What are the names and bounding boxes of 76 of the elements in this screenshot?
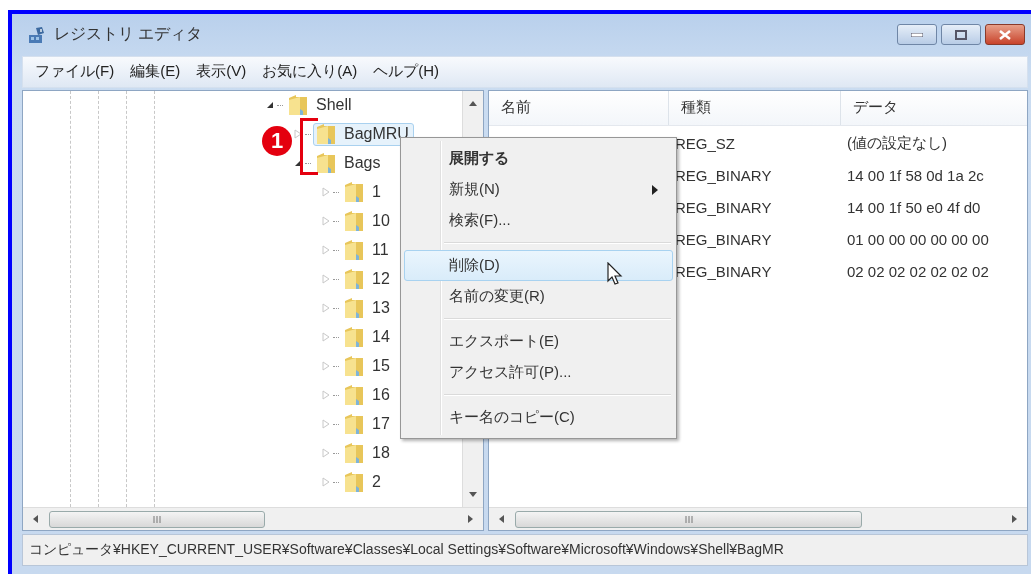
folder-icon: [316, 123, 336, 146]
type-cell-text: REG_BINARY: [674, 263, 773, 281]
folder-icon: [344, 210, 364, 233]
tree-item[interactable]: Shell: [285, 93, 357, 117]
expanded-arrow-icon[interactable]: [266, 101, 274, 110]
menu-item[interactable]: 表示(V): [188, 62, 255, 82]
maximize-button[interactable]: [941, 24, 981, 46]
menu-item[interactable]: ヘルプ(H): [365, 62, 447, 82]
tree-item[interactable]: 1: [341, 180, 386, 204]
context-menu-item[interactable]: キー名のコピー(C): [404, 402, 673, 433]
maximize-icon: [955, 29, 967, 40]
close-icon: [999, 29, 1011, 40]
tree-item[interactable]: 15: [341, 354, 395, 378]
minimize-icon: [911, 32, 923, 37]
folder-icon: [344, 413, 364, 436]
collapsed-arrow-icon[interactable]: [294, 129, 302, 140]
data-cell-text: 14 00 1f 58 0d 1a 2c: [846, 167, 984, 185]
data-cell-text: 01 00 00 00 00 00 00: [846, 231, 989, 249]
tree-item[interactable]: 11: [341, 238, 394, 262]
context-menu-item[interactable]: 検索(F)...: [404, 205, 673, 236]
menu-item[interactable]: お気に入り(A): [254, 62, 366, 82]
highlight-bracket: [300, 118, 318, 175]
scroll-thumb[interactable]: [49, 510, 265, 528]
column-header[interactable]: 種類: [669, 90, 841, 125]
tree-item[interactable]: 14: [341, 325, 395, 349]
scroll-arrow-icon[interactable]: [1009, 514, 1019, 525]
folder-icon: [344, 297, 364, 320]
tree-item[interactable]: 10: [341, 209, 395, 233]
folder-icon: [344, 355, 364, 378]
tree-item[interactable]: 17: [341, 412, 395, 436]
menu-item[interactable]: ファイル(F): [27, 62, 123, 82]
folder-icon: [344, 181, 364, 204]
tree-item[interactable]: 2: [341, 470, 386, 494]
context-menu-item[interactable]: 削除(D): [404, 250, 673, 281]
folder-icon: [344, 442, 364, 465]
folder-icon: [344, 326, 364, 349]
tree-item[interactable]: BagMRU: [313, 122, 414, 146]
folder-icon: [344, 471, 364, 494]
tree-item[interactable]: Bags: [313, 151, 386, 175]
registry-app-icon: [28, 25, 46, 44]
column-header[interactable]: データ: [841, 90, 1027, 125]
data-cell-text: 14 00 1f 50 e0 4f d0: [846, 199, 981, 217]
folder-icon: [316, 152, 336, 175]
scroll-thumb[interactable]: [515, 510, 862, 528]
tree-item[interactable]: 13: [341, 296, 395, 320]
folder-icon: [344, 239, 364, 262]
context-menu-item[interactable]: 名前の変更(R): [404, 281, 673, 312]
tree-item[interactable]: 18: [341, 441, 395, 465]
menu-item[interactable]: 編集(E): [122, 62, 189, 82]
window-title: レジストリ エディタ: [54, 24, 203, 45]
pointer-icon: [607, 262, 623, 286]
folder-icon: [344, 268, 364, 291]
type-cell-text: REG_BINARY: [674, 199, 773, 217]
scroll-arrow-icon[interactable]: [497, 514, 507, 525]
type-cell-text: REG_BINARY: [674, 167, 773, 185]
minimize-button[interactable]: [897, 24, 937, 46]
tree-item[interactable]: 16: [341, 383, 395, 407]
context-menu-item[interactable]: アクセス許可(P)...: [404, 357, 673, 388]
horizontal-scrollbar[interactable]: [489, 507, 1027, 531]
type-cell-text: REG_BINARY: [674, 231, 773, 249]
scroll-arrow-icon[interactable]: [465, 514, 475, 525]
close-button[interactable]: [985, 24, 1025, 46]
submenu-arrow-icon: [652, 184, 658, 195]
status-bar: コンピュータ¥HKEY_CURRENT_USER¥Software¥Classes¥Local Settings¥Software¥Microsoft¥Windows¥Shell¥BagMR: [22, 534, 1028, 566]
scroll-arrow-icon[interactable]: [31, 514, 41, 525]
context-menu-item[interactable]: 新規(N): [404, 174, 673, 205]
expanded-arrow-icon[interactable]: [294, 159, 302, 168]
context-menu-item[interactable]: 展開する: [404, 143, 673, 174]
tree-item[interactable]: 12: [341, 267, 395, 291]
column-header[interactable]: 名前: [489, 90, 669, 125]
data-cell-text: (値の設定なし): [846, 134, 947, 154]
horizontal-scrollbar[interactable]: [23, 507, 483, 531]
data-cell-text: 02 02 02 02 02 02 02: [846, 263, 989, 281]
folder-icon: [344, 384, 364, 407]
folder-icon: [288, 94, 308, 117]
context-menu-item[interactable]: エクスポート(E): [404, 326, 673, 357]
